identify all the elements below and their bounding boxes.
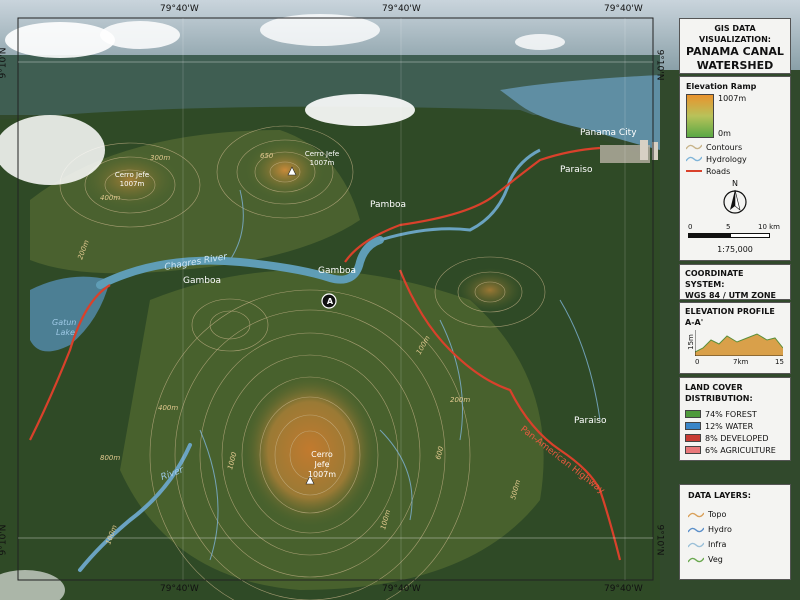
label-gamboa-west: Gamboa (183, 276, 221, 286)
svg-text:200m: 200m (450, 396, 470, 404)
north-label: N (732, 179, 738, 188)
label-panama-city: Panama City (580, 128, 637, 138)
svg-text:650: 650 (260, 152, 274, 160)
layer-topo[interactable]: Topo (688, 507, 782, 522)
contours-icon (686, 144, 702, 150)
label-pamboa: Pamboa (370, 200, 406, 210)
layer-hydro[interactable]: Hydro (688, 522, 782, 537)
legend-panel: Elevation Ramp 1007m 0m Contours Hydrolo… (679, 76, 791, 261)
land-cover-forest: 74% FOREST (685, 408, 785, 420)
data-layers-title: DATA LAYERS: (688, 491, 751, 500)
profile-point-a-label: A (327, 297, 334, 306)
scale-ratio: 1:75,000 (717, 245, 753, 254)
elevation-ramp-title: Elevation Ramp (686, 82, 757, 91)
land-cover-developed: 8% DEVELOPED (685, 432, 785, 444)
title-line-1: GIS DATA VISUALIZATION: (699, 24, 771, 44)
coordinate-system-panel: COORDINATE SYSTEM: WGS 84 / UTM ZONE 17N (679, 264, 791, 311)
label-gatun: Gatun (52, 318, 76, 327)
land-cover-title: LAND COVER (685, 383, 743, 392)
hydro-icon (688, 527, 704, 532)
label-cerro-jefe-main-2: Jefe (313, 460, 329, 469)
coord-bottom-1: 79°40'W (160, 584, 199, 594)
legend-contours: Contours (686, 141, 784, 153)
elevation-profile-panel: ELEVATION PROFILE A-A' 15m 0 7km 15 (679, 302, 791, 374)
coord-left-top: 9°10'N (0, 47, 9, 79)
label-gamboa-center: Gamboa (318, 266, 356, 276)
svg-text:800m: 800m (100, 454, 120, 462)
svg-text:300m: 300m (150, 154, 170, 162)
label-cerro-jefe-west: Cerro Jefe (115, 171, 149, 179)
label-cerro-jefe-north-elev: 1007m (310, 159, 335, 167)
coord-bottom-3: 79°40'W (604, 584, 643, 594)
legend-roads: Roads (686, 165, 784, 177)
hydrology-icon (686, 156, 702, 162)
profile-y-label: 15m (686, 334, 695, 350)
legend-hydrology: Hydrology (686, 153, 784, 165)
label-paraiso-east: Paraiso (574, 416, 607, 426)
coord-right-top: 9°10'N (654, 49, 665, 81)
elevation-profile-chart (695, 330, 783, 356)
data-layers-panel: DATA LAYERS: Topo Hydro Infra Veg (679, 484, 791, 580)
land-cover-agriculture: 6% AGRICULTURE (685, 444, 785, 456)
scale-bar: 0 5 10 km (686, 221, 784, 245)
profile-subtitle: A-A' (685, 318, 704, 327)
coord-left-bottom: 9°10'N (0, 524, 9, 556)
coord-top-3: 79°40'W (604, 4, 643, 14)
label-cerro-jefe-main-elev: 1007m (308, 470, 336, 479)
layer-veg[interactable]: Veg (688, 552, 782, 567)
elevation-min: 0m (718, 129, 731, 138)
title-panel: GIS DATA VISUALIZATION: PANAMA CANAL WAT… (679, 18, 791, 74)
elevation-ramp-bar (686, 94, 714, 138)
veg-icon (688, 557, 704, 562)
land-cover-subtitle: DISTRIBUTION: (685, 394, 753, 403)
coord-bottom-2: 79°40'W (382, 584, 421, 594)
land-cover-panel: LAND COVER DISTRIBUTION: 74% FOREST 12% … (679, 377, 791, 461)
coord-top-1: 79°40'W (160, 4, 199, 14)
label-cerro-jefe-north: Cerro Jefe (305, 150, 339, 158)
svg-text:400m: 400m (100, 194, 120, 202)
north-arrow-icon (723, 189, 747, 214)
elevation-max: 1007m (718, 94, 747, 103)
title-line-2: PANAMA CANAL (686, 45, 784, 58)
topo-icon (688, 512, 704, 517)
profile-title: ELEVATION PROFILE (685, 307, 775, 316)
coord-right-bottom: 9°10'N (654, 524, 665, 556)
label-cerro-jefe-west-elev: 1007m (120, 180, 145, 188)
land-cover-water: 12% WATER (685, 420, 785, 432)
layer-infra[interactable]: Infra (688, 537, 782, 552)
title-line-3: WATERSHED (696, 59, 774, 72)
coord-top-2: 79°40'W (382, 4, 421, 14)
label-paraiso-north: Paraiso (560, 165, 593, 175)
infra-icon (688, 542, 704, 547)
label-cerro-jefe-main: Cerro (311, 450, 333, 459)
coordinate-system-title: COORDINATE SYSTEM: (685, 269, 744, 289)
svg-text:400m: 400m (158, 404, 178, 412)
label-lake: Lake (56, 328, 75, 337)
roads-icon (686, 170, 702, 172)
